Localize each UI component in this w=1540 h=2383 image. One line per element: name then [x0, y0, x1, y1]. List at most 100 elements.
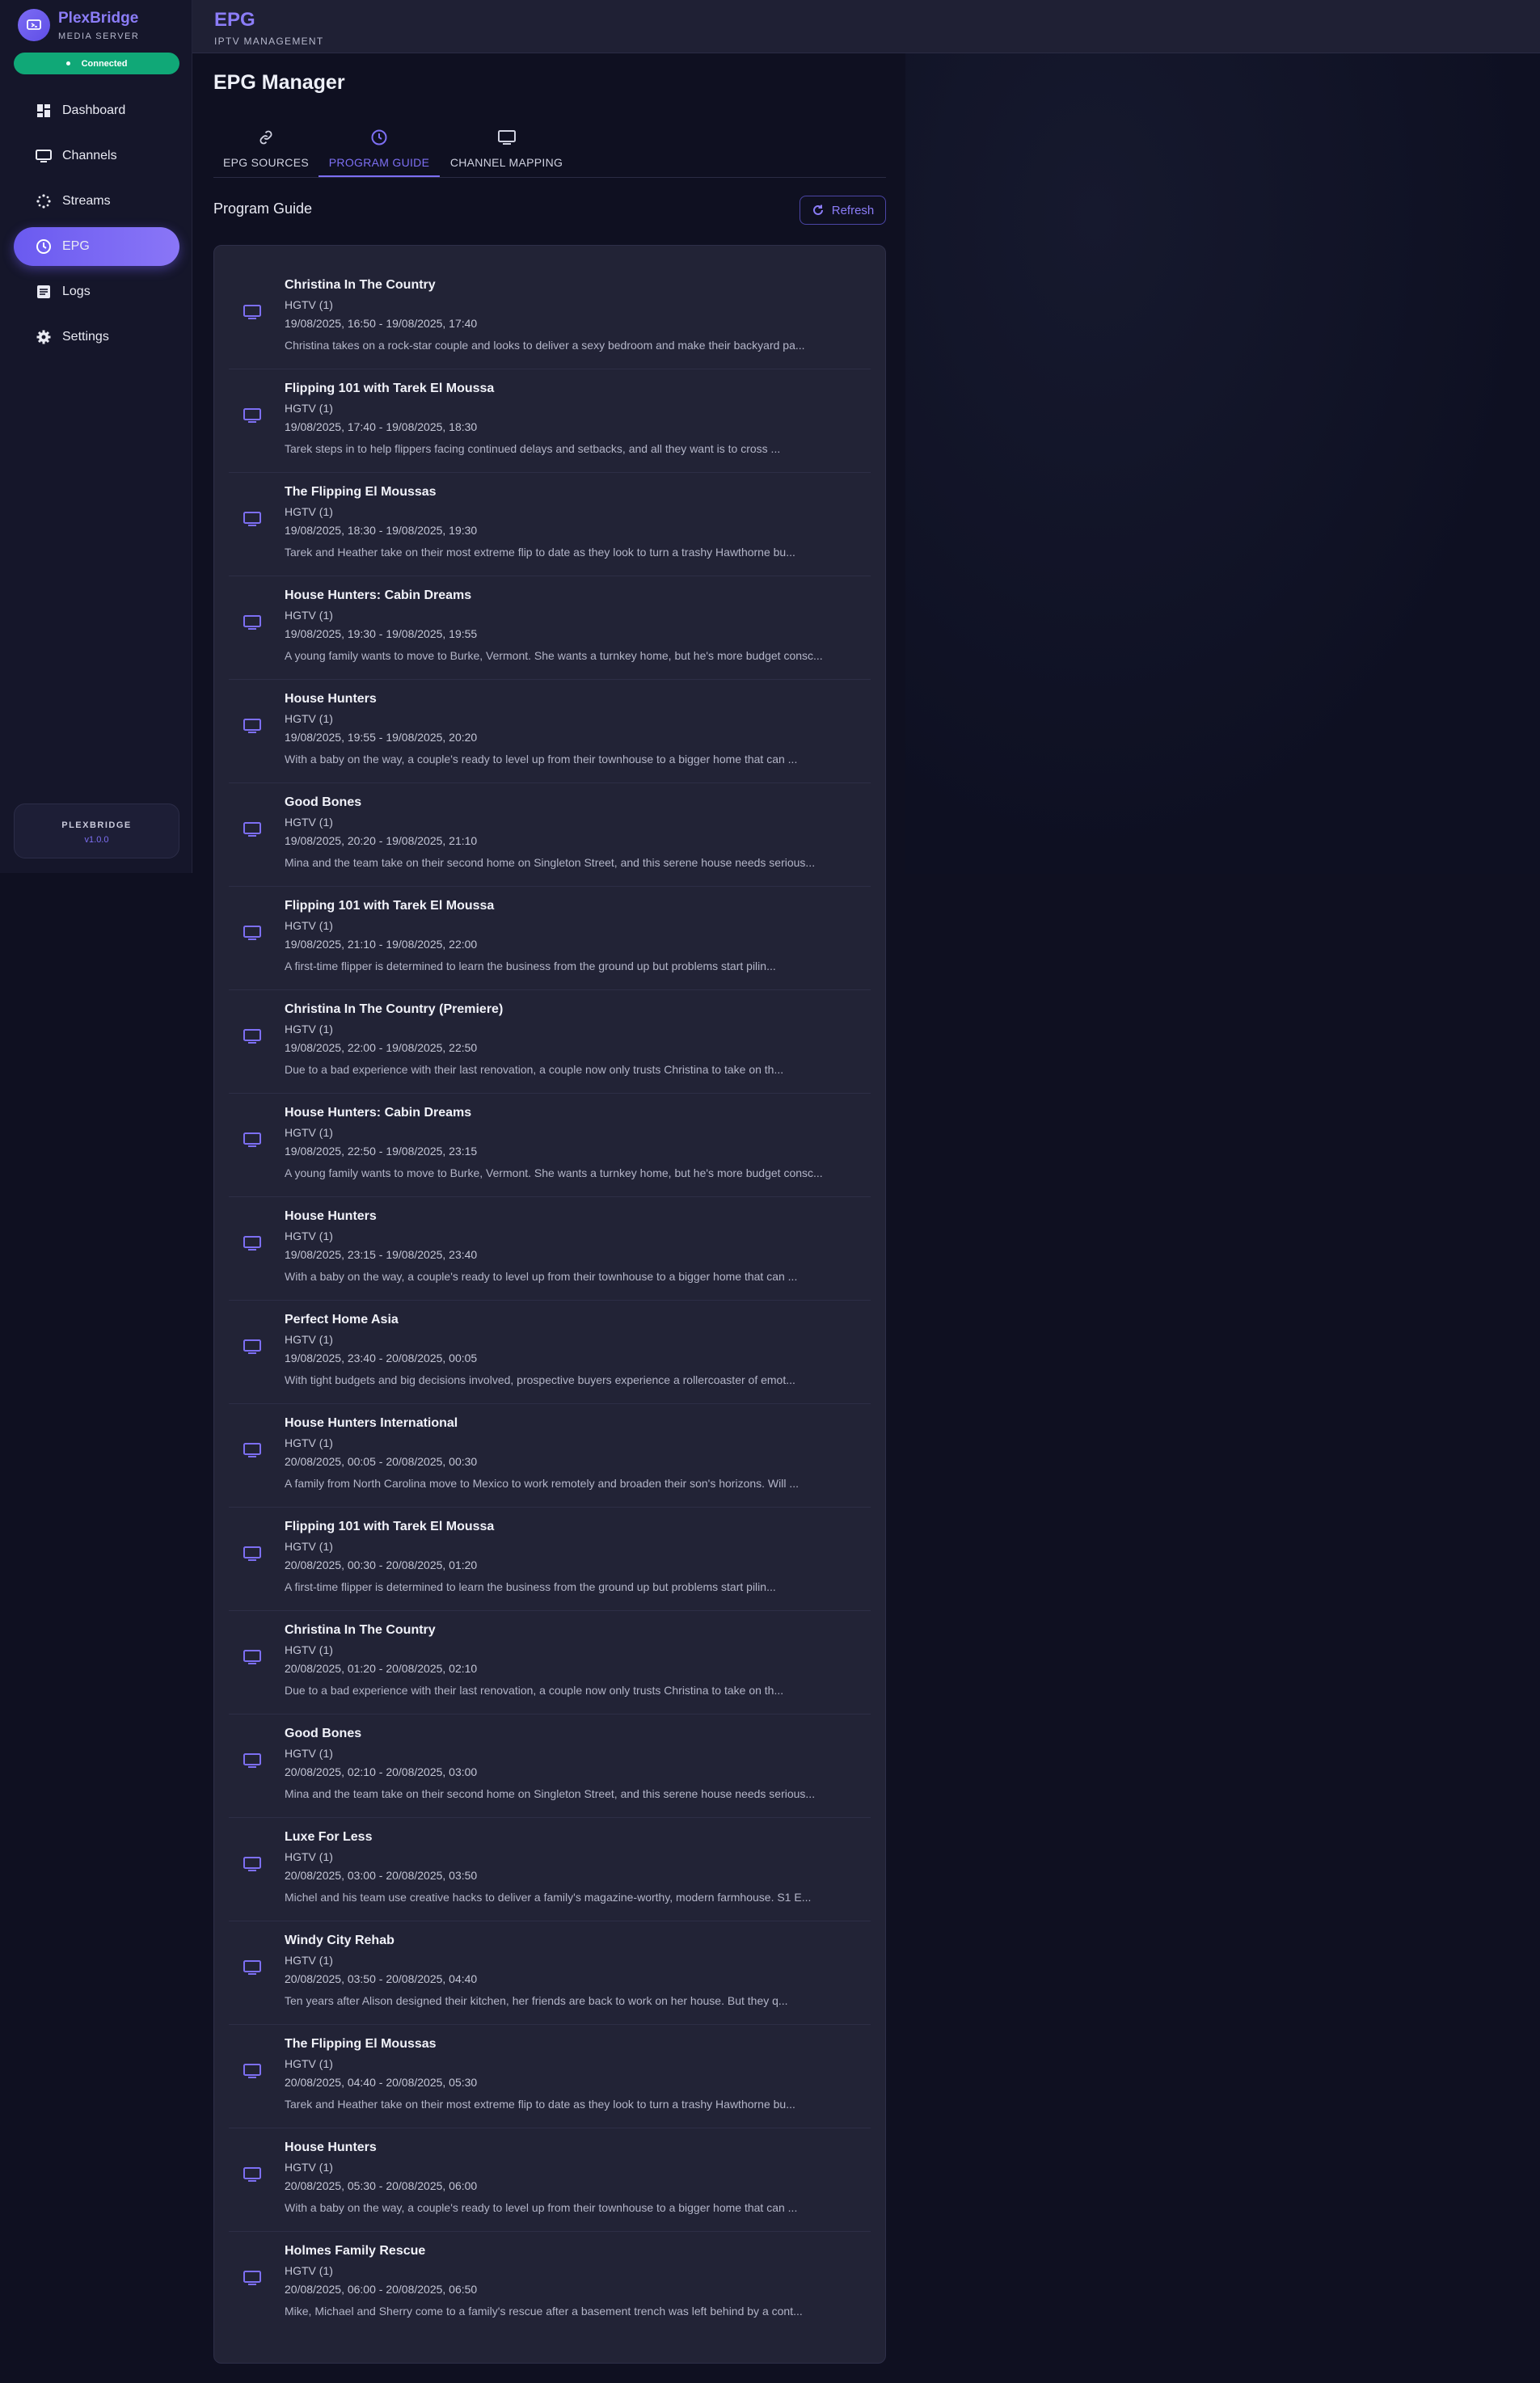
- refresh-button[interactable]: Refresh: [800, 196, 886, 225]
- header-title: EPG: [214, 9, 255, 31]
- tv-icon: [242, 2268, 263, 2288]
- program-list-item[interactable]: Perfect Home Asia HGTV (1) 19/08/2025, 23:…: [229, 1301, 871, 1404]
- program-title: House Hunters: [285, 692, 377, 706]
- tv-icon: [242, 1130, 263, 1149]
- program-channel: HGTV (1): [285, 2161, 333, 2174]
- sidebar-item-label: Channels: [62, 149, 117, 162]
- brand-subtitle: MEDIA SERVER: [58, 31, 140, 41]
- sidebar-item-dashboard[interactable]: Dashboard: [14, 91, 179, 130]
- program-list-item[interactable]: Flipping 101 with Tarek El Moussa HGTV (1…: [229, 1508, 871, 1611]
- program-time: 20/08/2025, 04:40 - 20/08/2025, 05:30: [285, 2076, 478, 2089]
- tv-icon: [242, 1544, 263, 1563]
- program-time: 19/08/2025, 20:20 - 19/08/2025, 21:10: [285, 834, 478, 847]
- tv-icon: [242, 923, 263, 943]
- program-list-item[interactable]: Christina In The Country HGTV (1) 20/08/20…: [229, 1611, 871, 1714]
- tab-epg-sources[interactable]: EPG SOURCES: [213, 124, 319, 177]
- tv-icon: [242, 509, 263, 529]
- program-list-item[interactable]: The Flipping El Moussas HGTV (1) 20/08/202…: [229, 2025, 871, 2128]
- program-list-item[interactable]: Good Bones HGTV (1) 20/08/2025, 02:10 - 20…: [229, 1714, 871, 1818]
- program-description: With tight budgets and big decisions inv…: [285, 1373, 795, 1386]
- program-description: A family from North Carolina move to Mex…: [285, 1477, 800, 1490]
- program-list-item[interactable]: House Hunters: Cabin Dreams HGTV (1) 19/08…: [229, 576, 871, 680]
- program-list-item[interactable]: The Flipping El Moussas HGTV (1) 19/08/202…: [229, 473, 871, 576]
- tab-label: PROGRAM GUIDE: [328, 156, 430, 169]
- program-description: Tarek and Heather take on their most ext…: [285, 546, 795, 559]
- program-list-item[interactable]: Good Bones HGTV (1) 19/08/2025, 20:20 - 19…: [229, 783, 871, 887]
- program-channel: HGTV (1): [285, 1023, 333, 1035]
- program-description: Due to a bad experience with their last …: [285, 1063, 784, 1076]
- sidebar-nav: Dashboard Channels Streams EPG Logs Sett…: [14, 91, 179, 363]
- program-title: House Hunters: [285, 2140, 377, 2154]
- sidebar-item-channels[interactable]: Channels: [14, 137, 179, 175]
- program-list-item[interactable]: Flipping 101 with Tarek El Moussa HGTV (1…: [229, 887, 871, 990]
- program-list-item[interactable]: Luxe For Less HGTV (1) 20/08/2025, 03:00 -…: [229, 1818, 871, 1921]
- link-icon: [213, 129, 319, 146]
- tv-icon: [242, 2061, 263, 2081]
- program-channel: HGTV (1): [285, 1229, 333, 1242]
- program-description: A first-time flipper is determined to le…: [285, 1580, 776, 1593]
- program-title: Luxe For Less: [285, 1830, 373, 1844]
- dashboard-icon: [35, 102, 53, 120]
- tv-icon: [35, 147, 53, 165]
- sidebar-item-epg[interactable]: EPG: [14, 227, 179, 266]
- program-channel: HGTV (1): [285, 609, 333, 622]
- program-description: With a baby on the way, a couple's ready…: [285, 753, 798, 766]
- brand-name: PlexBridge: [58, 9, 139, 27]
- program-time: 20/08/2025, 03:00 - 20/08/2025, 03:50: [285, 1869, 478, 1882]
- sidebar-item-streams[interactable]: Streams: [14, 182, 179, 221]
- program-description: Tarek steps in to help flippers facing c…: [285, 442, 781, 455]
- program-list-item[interactable]: Flipping 101 with Tarek El Moussa HGTV (1…: [229, 369, 871, 473]
- program-list-item[interactable]: House Hunters: Cabin Dreams HGTV (1) 19/08…: [229, 1094, 871, 1197]
- tv-icon: [242, 1027, 263, 1046]
- epg-tabs: EPG SOURCES PROGRAM GUIDE CHANNEL MAPPIN…: [213, 124, 886, 178]
- background-panel: [905, 53, 1540, 874]
- program-description: With a baby on the way, a couple's ready…: [285, 1270, 798, 1283]
- streams-icon: [35, 192, 53, 210]
- program-title: House Hunters: [285, 1209, 377, 1223]
- tab-label: CHANNEL MAPPING: [449, 156, 563, 169]
- program-channel: HGTV (1): [285, 2057, 333, 2070]
- program-list-item[interactable]: Christina In The Country HGTV (1) 19/08/20…: [229, 266, 871, 369]
- program-description: A young family wants to move to Burke, V…: [285, 1166, 823, 1179]
- program-description: A first-time flipper is determined to le…: [285, 960, 776, 972]
- program-guide-list: Christina In The Country HGTV (1) 19/08/20…: [213, 245, 886, 2364]
- program-time: 19/08/2025, 23:15 - 19/08/2025, 23:40: [285, 1248, 478, 1261]
- tv-icon: [242, 302, 263, 322]
- clock-icon: [35, 238, 53, 255]
- program-list-item[interactable]: House Hunters HGTV (1) 19/08/2025, 19:55 -…: [229, 680, 871, 783]
- program-title: Flipping 101 with Tarek El Moussa: [285, 899, 495, 913]
- program-channel: HGTV (1): [285, 1747, 333, 1760]
- program-list-item[interactable]: Windy City Rehab HGTV (1) 20/08/2025, 03:5…: [229, 1921, 871, 2025]
- page-title: EPG Manager: [213, 71, 345, 94]
- sidebar-item-settings[interactable]: Settings: [14, 318, 179, 356]
- program-title: Christina In The Country: [285, 278, 436, 292]
- refresh-icon: [812, 204, 825, 217]
- program-channel: HGTV (1): [285, 402, 333, 415]
- tab-label: EPG SOURCES: [223, 156, 309, 169]
- status-dot-icon: [65, 61, 70, 65]
- program-list-item[interactable]: House Hunters HGTV (1) 19/08/2025, 23:15 -…: [229, 1197, 871, 1301]
- tv-icon: [242, 613, 263, 632]
- program-channel: HGTV (1): [285, 712, 333, 725]
- program-channel: HGTV (1): [285, 1954, 333, 1967]
- program-time: 20/08/2025, 01:20 - 20/08/2025, 02:10: [285, 1662, 478, 1675]
- program-title: Windy City Rehab: [285, 1934, 394, 1947]
- program-list-item[interactable]: House Hunters International HGTV (1) 20/08…: [229, 1404, 871, 1508]
- program-list-item[interactable]: House Hunters HGTV (1) 20/08/2025, 05:30 -…: [229, 2128, 871, 2232]
- tab-program-guide[interactable]: PROGRAM GUIDE: [319, 124, 440, 177]
- program-time: 20/08/2025, 02:10 - 20/08/2025, 03:00: [285, 1765, 478, 1778]
- sidebar-item-label: Settings: [62, 330, 109, 344]
- version-number: v1.0.0: [84, 835, 109, 845]
- program-description: Due to a bad experience with their last …: [285, 1684, 784, 1697]
- program-list-item[interactable]: Holmes Family Rescue HGTV (1) 20/08/2025, …: [229, 2232, 871, 2335]
- connection-status-label: Connected: [81, 58, 128, 69]
- program-time: 19/08/2025, 21:10 - 19/08/2025, 22:00: [285, 938, 478, 951]
- program-title: Flipping 101 with Tarek El Moussa: [285, 382, 495, 395]
- brand[interactable]: PlexBridge MEDIA SERVER: [18, 9, 139, 41]
- program-title: Christina In The Country (Premiere): [285, 1002, 504, 1016]
- program-description: Mike, Michael and Sherry come to a famil…: [285, 2305, 803, 2318]
- tab-channel-mapping[interactable]: CHANNEL MAPPING: [440, 124, 573, 177]
- sidebar-item-logs[interactable]: Logs: [14, 272, 179, 311]
- program-list-item[interactable]: Christina In The Country (Premiere) HGTV …: [229, 990, 871, 1094]
- program-title: Flipping 101 with Tarek El Moussa: [285, 1520, 495, 1533]
